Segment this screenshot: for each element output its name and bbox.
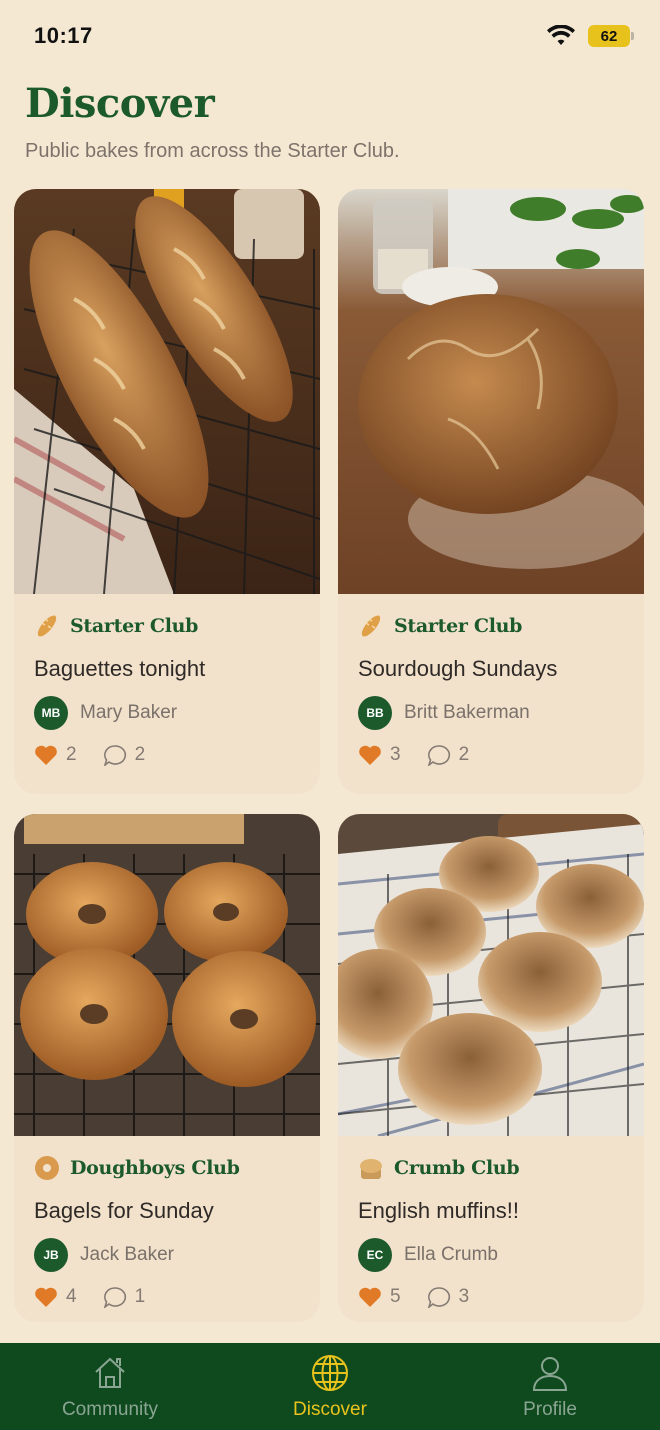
english-muffins-photo[interactable] [338,814,644,1136]
comment-count: 1 [134,1286,146,1307]
tab-label: Discover [293,1399,367,1420]
battery-indicator: 62 [588,25,634,47]
stats-row: 5 3 [358,1286,624,1308]
avatar: BB [358,696,392,730]
author-name: Ella Crumb [404,1244,498,1265]
bottom-nav: Community Discover Profile [0,1343,660,1430]
tab-discover[interactable]: Discover [220,1343,440,1430]
tab-label: Community [61,1399,159,1420]
author-name: Mary Baker [80,702,178,723]
comment-icon [427,745,450,766]
like-count: 2 [66,744,77,765]
house-icon [95,1357,125,1388]
like-count: 4 [66,1286,77,1307]
like-count: 3 [390,744,401,765]
like-button[interactable]: 4 [34,1286,77,1308]
wifi-icon [547,25,575,45]
stats-row: 3 2 [358,744,624,766]
club-row[interactable]: Starter Club [358,612,624,640]
bakes-grid: Starter Club Baguettes tonight MB Mary B… [14,189,644,1322]
bake-title: Sourdough Sundays [358,656,558,681]
author-name: Jack Baker [80,1244,174,1265]
club-name: Doughboys Club [70,1157,240,1179]
status-time: 10:17 [34,23,93,48]
like-button[interactable]: 5 [358,1286,401,1308]
comment-button[interactable]: 2 [103,744,146,766]
page-header: Discover Public bakes from across the St… [25,82,400,163]
stats-row: 4 1 [34,1286,300,1308]
author-row[interactable]: JB Jack Baker [34,1238,300,1272]
globe-icon [312,1355,348,1391]
club-name: Starter Club [394,615,523,637]
muffin-icon [360,1159,382,1179]
comment-button[interactable]: 3 [427,1286,470,1308]
bake-title: Baguettes tonight [34,656,206,681]
avatar: JB [34,1238,68,1272]
heart-icon [359,745,381,765]
baguette-icon [361,615,381,637]
bake-card[interactable]: Starter Club Sourdough Sundays BB Britt … [338,189,644,794]
club-row[interactable]: Crumb Club [358,1154,624,1182]
bagel-icon [35,1156,59,1180]
club-name: Starter Club [70,615,199,637]
status-indicators: 62 [546,25,634,47]
club-row[interactable]: Starter Club [34,612,300,640]
heart-icon [35,1287,57,1307]
baguette-icon [37,615,57,637]
bake-title: English muffins!! [358,1198,520,1223]
comment-button[interactable]: 1 [103,1286,146,1308]
bagels-photo[interactable] [14,814,320,1136]
comment-icon [103,1287,126,1308]
bake-title: Bagels for Sunday [34,1198,214,1223]
comment-icon [103,745,126,766]
comment-count: 2 [458,744,470,765]
battery-level: 62 [600,27,618,45]
bake-card[interactable]: Crumb Club English muffins!! EC Ella Cru… [338,814,644,1322]
like-button[interactable]: 3 [358,744,401,766]
comment-button[interactable]: 2 [427,744,470,766]
comment-icon [427,1287,450,1308]
avatar: MB [34,696,68,730]
like-button[interactable]: 2 [34,744,77,766]
author-row[interactable]: MB Mary Baker [34,696,300,730]
tab-profile[interactable]: Profile [440,1343,660,1430]
sourdough-boule-photo[interactable] [338,189,644,594]
bake-card[interactable]: Starter Club Baguettes tonight MB Mary B… [14,189,320,794]
club-name: Crumb Club [394,1157,520,1179]
page-title: Discover [25,80,215,127]
stats-row: 2 2 [34,744,300,766]
like-count: 5 [390,1286,401,1307]
status-bar: 10:17 62 [0,0,660,72]
page-subtitle: Public bakes from across the Starter Clu… [25,140,400,162]
comment-count: 2 [134,744,146,765]
heart-icon [359,1287,381,1307]
club-row[interactable]: Doughboys Club [34,1154,300,1182]
heart-icon [35,745,57,765]
bake-card[interactable]: Doughboys Club Bagels for Sunday JB Jack… [14,814,320,1322]
author-row[interactable]: BB Britt Bakerman [358,696,624,730]
author-row[interactable]: EC Ella Crumb [358,1238,624,1272]
person-icon [532,1357,568,1391]
tab-label: Profile [523,1399,577,1420]
avatar: EC [358,1238,392,1272]
author-name: Britt Bakerman [404,702,530,723]
tab-community[interactable]: Community [0,1343,220,1430]
baguettes-photo[interactable] [14,189,320,594]
comment-count: 3 [458,1286,470,1307]
